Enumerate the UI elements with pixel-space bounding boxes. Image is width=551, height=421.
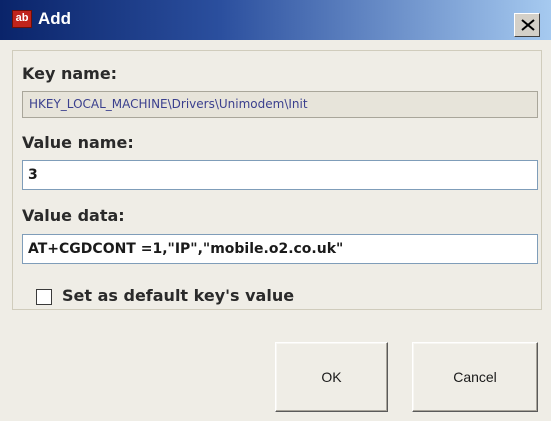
- value-data-input[interactable]: AT+CGDCONT =1,"IP","mobile.o2.co.uk": [22, 234, 538, 264]
- add-value-dialog: ab Add Key name: HKEY_LOCAL_MACHINE\Driv…: [0, 0, 551, 421]
- registry-string-icon: ab: [12, 10, 32, 28]
- dialog-body: Key name: HKEY_LOCAL_MACHINE\Drivers\Uni…: [0, 40, 551, 421]
- dialog-title: Add: [38, 9, 72, 28]
- value-name-label: Value name:: [22, 133, 134, 152]
- title-bar: ab Add: [0, 0, 551, 40]
- close-icon: [521, 19, 535, 31]
- default-value-checkbox[interactable]: [36, 289, 52, 305]
- close-button[interactable]: [514, 13, 540, 37]
- default-value-checkbox-label[interactable]: Set as default key's value: [62, 286, 294, 305]
- ok-button[interactable]: OK: [275, 342, 388, 412]
- key-name-field: HKEY_LOCAL_MACHINE\Drivers\Unimodem\Init: [22, 91, 538, 118]
- value-name-input[interactable]: 3: [22, 160, 538, 190]
- cancel-button[interactable]: Cancel: [412, 342, 538, 412]
- value-data-label: Value data:: [22, 206, 125, 225]
- key-name-label: Key name:: [22, 64, 118, 83]
